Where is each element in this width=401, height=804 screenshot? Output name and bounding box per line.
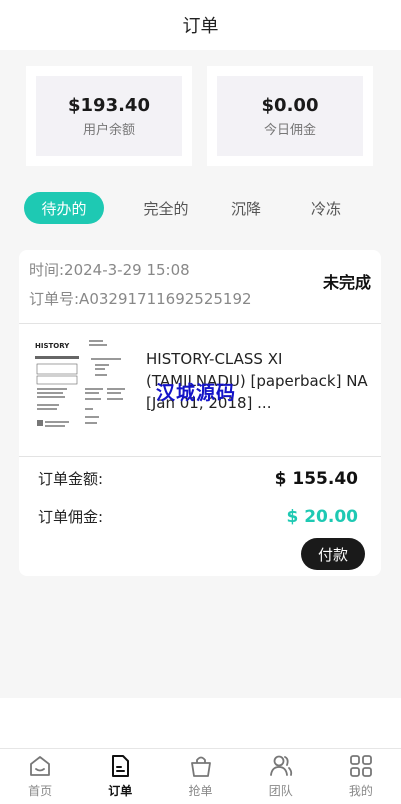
order-amount-row: 订单金额: $ 155.40 [38,468,358,489]
tab-frozen[interactable]: 冷冻 [286,192,366,224]
bottom-spacer [0,698,401,748]
bottom-tab-bar: 首页 订单 抢单 团队 我的 [0,748,401,804]
order-amount-value: $ 155.40 [274,468,358,489]
balance-label: 用户余额 [82,122,135,138]
stats-row: $193.40 用户余额 $0.00 今日佣金 [26,66,373,166]
home-icon [30,756,50,776]
product-thumbnail: HISTORY [31,334,131,436]
balance-card: $193.40 用户余额 [26,66,192,166]
order-number: 订单号:A03291711692525192 [29,290,252,308]
order-status-tabs: 待办的 完全的 沉降 冷冻 [24,192,380,224]
order-commission-value: $ 20.00 [286,506,358,527]
grid-icon [350,755,372,777]
pay-button[interactable]: 付款 [301,538,365,570]
tabbar-label-grab: 抢单 [188,784,213,798]
product-row[interactable]: HISTORY HISTORY-CLASS XI (TAMILNADU) [pa… [19,324,381,457]
order-status: 未完成 [322,273,371,292]
tab-completed[interactable]: 完全的 [126,192,206,224]
tabbar-label-team: 团队 [268,784,293,798]
order-commission-label: 订单佣金: [38,508,104,526]
page-title: 订单 [182,16,219,37]
tab-settled[interactable]: 沉降 [206,192,286,224]
team-icon [269,755,292,776]
tabbar-item-team[interactable]: 团队 [241,749,321,804]
order-commission-row: 订单佣金: $ 20.00 [38,506,358,527]
tabbar-label-orders: 订单 [108,784,133,798]
tabbar-item-home[interactable]: 首页 [0,749,80,804]
watermark-overlay: 汉城源码 [156,382,237,404]
order-header: 时间:2024-3-29 15:08 订单号:A0329171169252519… [19,250,381,324]
tabbar-label-home: 首页 [28,784,53,798]
main-content: $193.40 用户余额 $0.00 今日佣金 待办的 完全的 沉降 冷冻 时间… [0,50,401,698]
commission-today-value: $0.00 [261,94,319,116]
tab-pending[interactable]: 待办的 [24,192,104,224]
tabbar-label-mine: 我的 [348,784,373,798]
balance-value: $193.40 [68,94,150,116]
order-document-icon [112,755,130,777]
shopping-bag-icon [190,756,211,777]
commission-today-card: $0.00 今日佣金 [207,66,373,166]
commission-today-label: 今日佣金 [263,122,316,138]
order-card[interactable]: 时间:2024-3-29 15:08 订单号:A0329171169252519… [19,250,381,576]
page-header: 订单 [0,0,401,50]
tabbar-item-mine[interactable]: 我的 [321,749,401,804]
tabbar-item-grab[interactable]: 抢单 [160,749,240,804]
thumbnail-heading: HISTORY [35,342,70,350]
order-amount-label: 订单金额: [38,470,104,488]
order-time: 时间:2024-3-29 15:08 [29,261,190,279]
tabbar-item-orders[interactable]: 订单 [80,749,160,804]
